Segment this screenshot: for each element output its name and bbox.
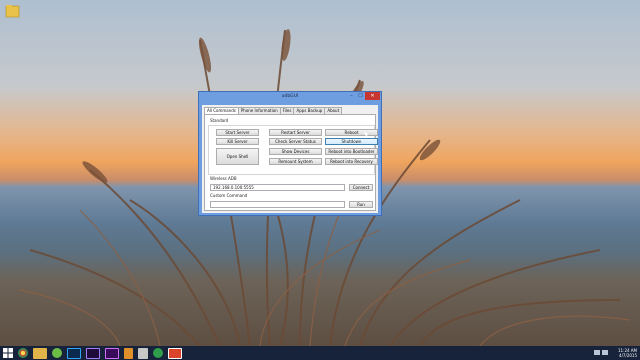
start-server-button[interactable]: Start Server [216, 129, 259, 136]
tab-about[interactable]: About [324, 107, 343, 114]
system-clock[interactable]: 11:24 AM 4/7/2015 [618, 346, 637, 360]
reboot-recovery-button[interactable]: Reboot into Recovery [325, 158, 378, 165]
folder-icon[interactable] [5, 3, 21, 19]
ip-address-input[interactable]: 192.168.0.100:5555 [210, 184, 345, 191]
premiere-alt-icon[interactable] [105, 347, 119, 359]
tab-files[interactable]: Files [279, 107, 295, 114]
show-devices-button[interactable]: Show Devices [269, 148, 322, 155]
run-button[interactable]: Run [349, 201, 373, 208]
chrome-icon[interactable] [18, 348, 28, 358]
minimize-button[interactable]: – [347, 92, 356, 100]
shutdown-button[interactable]: Shutdown [325, 138, 378, 145]
vlc-icon[interactable] [124, 347, 133, 359]
reboot-bootloader-button[interactable]: Reboot into Bootloader [325, 148, 378, 155]
photoshop-icon[interactable] [67, 347, 81, 359]
wireless-adb-label: Wireless ADB [210, 176, 237, 181]
remount-system-button[interactable]: Remount System [269, 158, 322, 165]
android-icon[interactable] [52, 348, 62, 358]
close-button[interactable]: ✕ [365, 92, 380, 100]
linux-icon[interactable] [138, 347, 148, 359]
open-shell-button[interactable]: Open Shell [216, 148, 259, 165]
premiere-icon[interactable] [86, 347, 100, 359]
tool-icon[interactable] [168, 347, 182, 359]
window-client-area: All Commands Phone Information Files App… [202, 105, 378, 213]
all-commands-panel: Standard Start Server Restart Server Reb… [204, 114, 378, 211]
tab-apps-backup[interactable]: Apps Backup [293, 107, 326, 114]
restart-server-button[interactable]: Restart Server [269, 129, 322, 136]
check-server-status-button[interactable]: Check Server Status [269, 138, 322, 145]
messenger-icon[interactable] [153, 348, 163, 358]
volume-icon[interactable] [602, 350, 608, 355]
clock-date: 4/7/2015 [619, 353, 637, 358]
tab-strip: All Commands Phone Information Files App… [204, 107, 343, 115]
network-icon[interactable] [594, 350, 600, 355]
reboot-button[interactable]: Reboot [325, 129, 378, 136]
windows-logo-icon[interactable] [3, 348, 13, 358]
custom-command-input[interactable] [210, 201, 345, 208]
standard-label: Standard [210, 118, 229, 123]
kill-server-button[interactable]: Kill Server [216, 138, 259, 145]
custom-command-label: Custom Command [210, 193, 248, 198]
taskbar: 11:24 AM 4/7/2015 [0, 346, 640, 360]
standard-group: Start Server Restart Server Reboot Kill … [208, 125, 378, 175]
maximize-button[interactable]: ☐ [356, 92, 365, 100]
tab-phone-information[interactable]: Phone Information [237, 107, 281, 114]
connect-button[interactable]: Connect [349, 184, 373, 191]
explorer-icon[interactable] [33, 347, 47, 359]
adbgui-window: adbGUI – ☐ ✕ All Commands Phone Informat… [198, 91, 382, 216]
title-bar[interactable]: adbGUI – ☐ ✕ [199, 92, 381, 103]
